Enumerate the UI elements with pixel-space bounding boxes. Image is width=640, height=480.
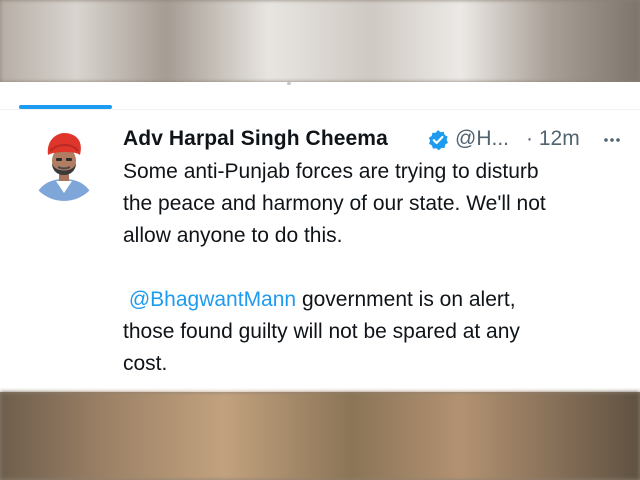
- more-options-icon[interactable]: [603, 137, 621, 143]
- divider: [0, 109, 640, 110]
- tweet-text-line: those found guilty will not be spared at…: [123, 320, 520, 343]
- author-name[interactable]: Adv Harpal Singh Cheema: [123, 127, 388, 151]
- background-photo-top: [0, 0, 640, 82]
- tweet-timestamp[interactable]: · 12m: [526, 127, 580, 151]
- tweet-text-line: cost.: [123, 352, 168, 375]
- mention-link[interactable]: @BhagwantMann: [129, 288, 296, 311]
- tweet-text-line: the peace and harmony of our state. We'l…: [123, 192, 546, 215]
- timestamp-separator: ·: [526, 127, 533, 150]
- tweet-text-line: allow anyone to do this.: [123, 224, 343, 247]
- tweet-card: Adv Harpal Singh Cheema @H... · 12m Some…: [0, 82, 640, 392]
- paragraph-break: [123, 252, 623, 284]
- tweet-text-line: Some anti-Punjab forces are trying to di…: [123, 160, 539, 183]
- background-photo-bottom: [0, 392, 640, 480]
- tweet-text-line: @BhagwantMann government is on alert,: [123, 284, 623, 316]
- avatar-portrait: [28, 129, 100, 201]
- timestamp-value: 12m: [538, 127, 580, 150]
- tab-separator-dot: [287, 82, 291, 85]
- verified-badge-icon: [428, 130, 448, 151]
- avatar[interactable]: [28, 129, 100, 201]
- tweet-text-fragment: government is on alert,: [296, 288, 516, 311]
- tweet-header: Adv Harpal Singh Cheema @H... · 12m: [123, 127, 623, 157]
- tweet-text: Some anti-Punjab forces are trying to di…: [123, 156, 623, 380]
- tab-strip: [0, 82, 640, 110]
- author-handle[interactable]: @H...: [455, 127, 509, 151]
